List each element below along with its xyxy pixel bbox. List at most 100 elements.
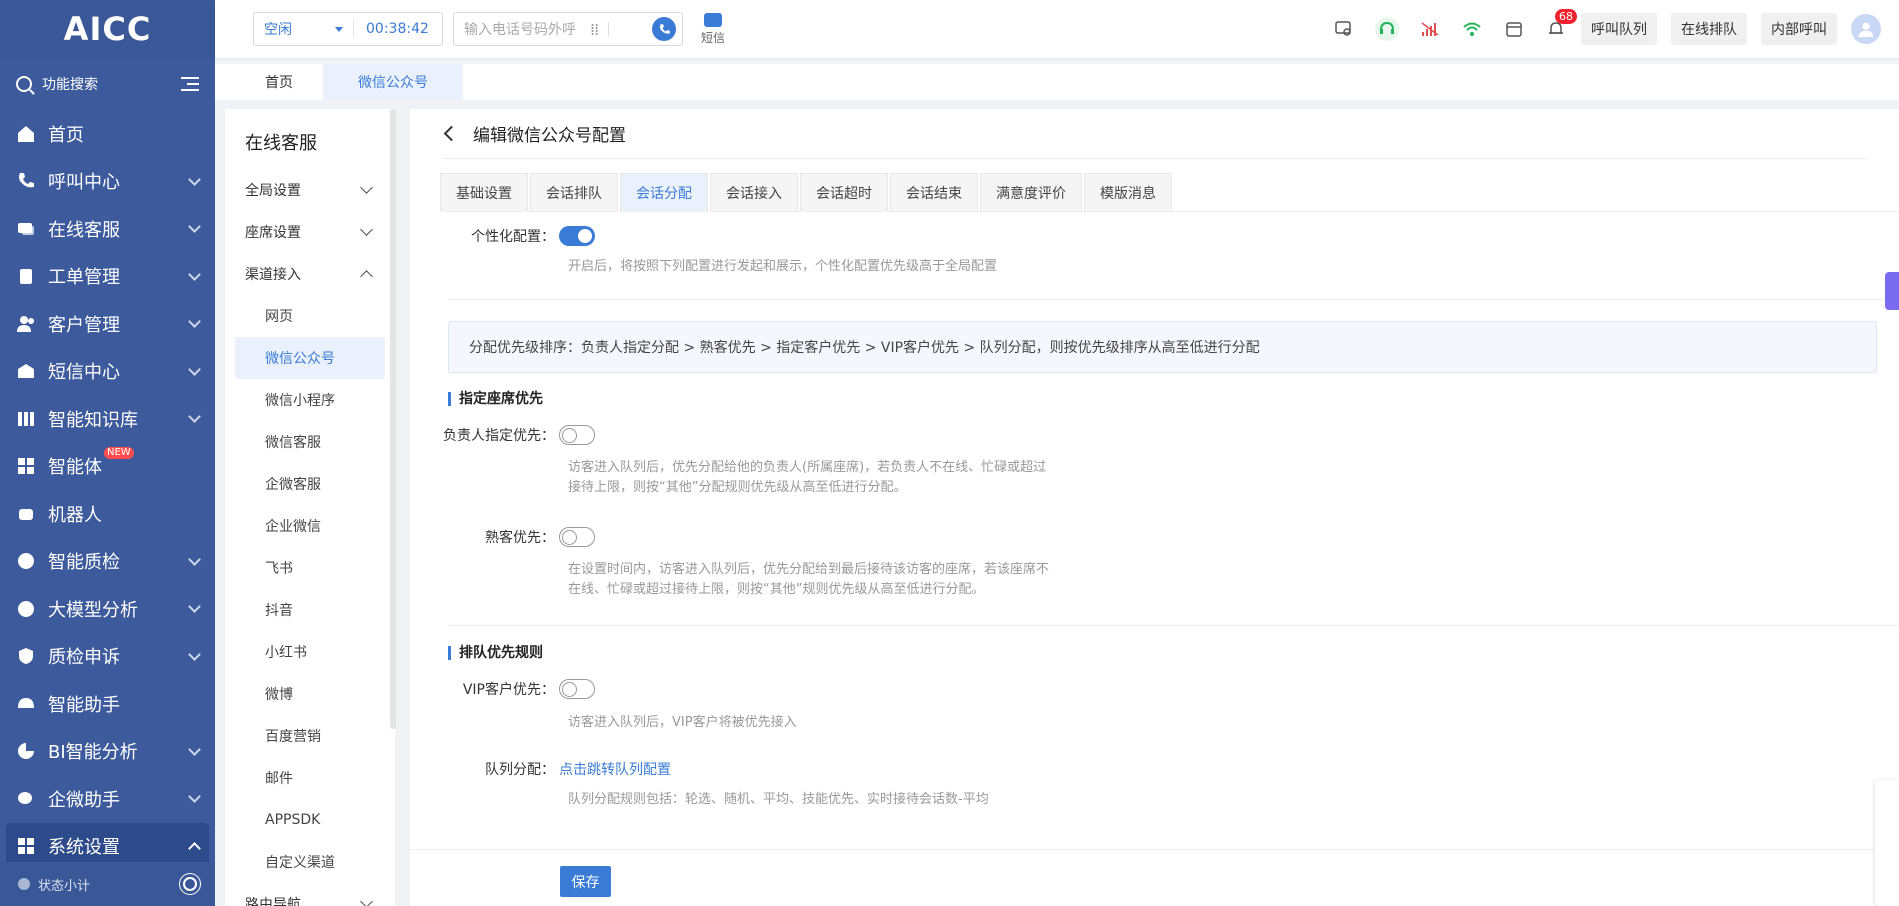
channel-email[interactable]: 邮件 [225,757,395,799]
sidebar-item-label: 短信中心 [48,362,120,384]
personal-config-toggle[interactable] [559,226,595,246]
phone-input[interactable]: 输入电话号码外呼 ⁞⁞ [453,12,683,46]
floating-assistant-tab[interactable] [1885,272,1899,310]
sidebar-item-ticket[interactable]: 工单管理 [0,253,215,301]
tab-queue[interactable]: 会话排队 [530,173,618,211]
chevron-down-icon [188,172,201,186]
tab-assignment[interactable]: 会话分配 [620,173,708,211]
tab-template[interactable]: 模版消息 [1084,173,1172,211]
channel-wechat-miniprogram[interactable]: 微信小程序 [225,379,395,421]
call-button[interactable] [652,17,676,41]
channel-wechat-service[interactable]: 微信客服 [225,421,395,463]
tab-end[interactable]: 会话结束 [890,173,978,211]
sms-button[interactable]: 短信 [701,12,725,46]
apps-icon [16,836,36,856]
headset-icon[interactable] [1375,17,1399,41]
save-button[interactable]: 保存 [560,866,611,897]
queue-config-link[interactable]: 点击跳转队列配置 [559,759,671,779]
channel-baidu[interactable]: 百度营销 [225,715,395,757]
sidebar-item-sms[interactable]: 短信中心 [0,348,215,396]
agent-status-select[interactable]: 空闲 00:38:42 [253,12,443,46]
chevron-down-icon [188,220,201,234]
back-arrow-icon[interactable] [443,125,460,142]
floating-toolbar[interactable] [1875,780,1899,906]
chevron-down-icon [188,600,201,614]
sidebar-item-label: 机器人 [48,504,102,526]
sidebar-item-qc[interactable]: 智能质检 [0,538,215,586]
sub-group-label: 全局设置 [245,183,301,199]
online-queue-button[interactable]: 在线排队 [1671,13,1747,45]
sidebar-item-knowledge[interactable]: 智能知识库 [0,395,215,443]
channel-douyin[interactable]: 抖音 [225,589,395,631]
sub-sidebar: 在线客服 全局设置 座席设置 渠道接入 网页 微信公众号 微信小程序 微信客服 … [225,109,395,906]
sidebar-item-assistant[interactable]: 智能助手 [0,680,215,728]
shield-icon [16,646,36,666]
channel-wechat-official[interactable]: 微信公众号 [235,337,385,379]
regular-priority-hint-line: 在设置时间内，访客进入队列后，优先分配给到最后接待该访客的座席，若该座席不 [568,562,1050,577]
bell-icon[interactable]: 68 [1545,9,1577,40]
sub-group-label: 渠道接入 [245,267,301,283]
call-queue-button[interactable]: 呼叫队列 [1581,13,1657,45]
calendar-icon[interactable] [1503,18,1525,40]
footer-bar [410,849,1899,906]
sidebar-item-label: 客户管理 [48,314,120,336]
sidebar-item-agent[interactable]: 智能体 NEW [0,443,215,491]
sub-group-channel[interactable]: 渠道接入 [225,253,395,295]
chevron-down-icon [188,552,201,566]
owner-priority-hint: 访客进入队列后，优先分配给他的负责人(所属座席)，若负责人不在线、忙碌或超过 接… [568,458,1046,498]
sidebar-item-home[interactable]: 首页 [0,110,215,158]
regular-priority-toggle[interactable] [559,527,595,547]
sidebar-item-label: 系统设置 [48,837,120,859]
library-icon [16,409,36,429]
chevron-down-icon [360,181,373,194]
assistant-icon [16,694,36,714]
divider [608,22,610,36]
sub-group-global[interactable]: 全局设置 [225,169,395,211]
sidebar-item-robot[interactable]: 机器人 [0,490,215,538]
channel-wecom[interactable]: 企业微信 [225,505,395,547]
tab-satisfaction[interactable]: 满意度评价 [980,173,1082,211]
signal-off-icon[interactable] [1419,18,1441,40]
sub-group-routing[interactable]: 路由导航 [225,883,395,906]
status-summary[interactable]: 状态小计 [0,862,215,906]
chat-icon [16,219,36,239]
avatar[interactable] [1851,14,1881,44]
users-icon [16,314,36,334]
search-chat-icon[interactable] [1333,18,1355,40]
channel-wecom-service[interactable]: 企微客服 [225,463,395,505]
sidebar-item-customer[interactable]: 客户管理 [0,300,215,348]
internal-call-button[interactable]: 内部呼叫 [1761,13,1837,45]
sidebar-item-label: 智能质检 [48,552,120,574]
sidebar-item-online-service[interactable]: 在线客服 [0,205,215,253]
theme-toggle-icon[interactable] [183,877,197,891]
sidebar-item-call-center[interactable]: 呼叫中心 [0,158,215,206]
tab-basic[interactable]: 基础设置 [440,173,528,211]
channel-custom[interactable]: 自定义渠道 [225,841,395,883]
dialpad-icon[interactable]: ⁞⁞ [590,20,599,39]
sub-group-seat[interactable]: 座席设置 [225,211,395,253]
wifi-icon[interactable] [1461,18,1483,40]
tab-home[interactable]: 首页 [235,64,323,100]
sub-sidebar-scrollbar[interactable] [390,109,396,729]
status-summary-label: 状态小计 [38,878,91,894]
tab-access[interactable]: 会话接入 [710,173,798,211]
tab-wechat-official[interactable]: 微信公众号 [323,64,463,100]
sidebar-item-appeal[interactable]: 质检申诉 [0,633,215,681]
home-icon [16,124,36,144]
channel-weibo[interactable]: 微博 [225,673,395,715]
channel-web[interactable]: 网页 [225,295,395,337]
function-search[interactable]: 功能搜索 [0,58,215,110]
owner-priority-toggle[interactable] [559,425,595,445]
vip-priority-toggle[interactable] [559,679,595,699]
collapse-menu-icon[interactable] [181,77,199,91]
sidebar-item-bi[interactable]: BI智能分析 [0,728,215,776]
sidebar-item-llm-analysis[interactable]: 大模型分析 [0,585,215,633]
channel-feishu[interactable]: 飞书 [225,547,395,589]
new-badge: NEW [104,446,134,459]
channel-appsdk[interactable]: APPSDK [225,799,395,841]
mail-icon [16,361,36,381]
channel-xiaohongshu[interactable]: 小红书 [225,631,395,673]
config-tabs: 基础设置 会话排队 会话分配 会话接入 会话超时 会话结束 满意度评价 模版消息 [440,173,1899,212]
tab-timeout[interactable]: 会话超时 [800,173,888,211]
sidebar-item-wecom-assistant[interactable]: 企微助手 [0,775,215,823]
